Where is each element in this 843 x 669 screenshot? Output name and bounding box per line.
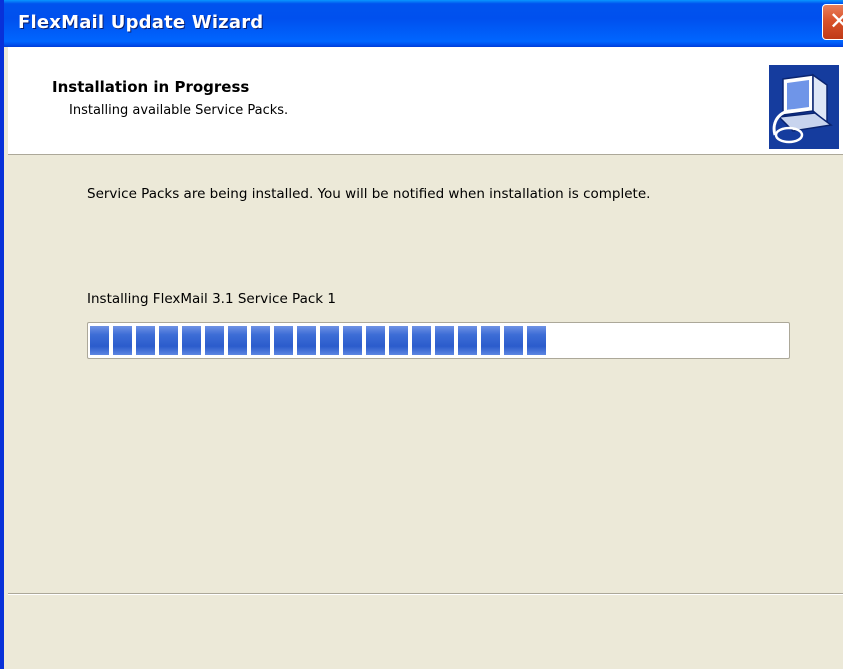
progress-block (389, 326, 408, 355)
close-icon: ✕ (829, 7, 843, 35)
progress-block (274, 326, 293, 355)
progress-block (320, 326, 339, 355)
header-subtitle: Installing available Service Packs. (69, 103, 289, 118)
progress-block (182, 326, 201, 355)
progress-block (251, 326, 270, 355)
progress-block (205, 326, 224, 355)
button-area-separator (8, 593, 843, 595)
progress-block (527, 326, 546, 355)
progress-block (136, 326, 155, 355)
progress-block (297, 326, 316, 355)
wizard-window: FlexMail Update Wizard ✕ Installation in… (0, 0, 843, 669)
progress-block (504, 326, 523, 355)
progress-block (366, 326, 385, 355)
close-button[interactable]: ✕ (822, 4, 843, 40)
computer-install-icon (769, 65, 839, 149)
header-title: Installation in Progress (52, 78, 250, 96)
progress-block (412, 326, 431, 355)
progress-bar (87, 322, 790, 359)
progress-fill (90, 326, 564, 355)
progress-block (458, 326, 477, 355)
progress-block (435, 326, 454, 355)
progress-block (90, 326, 109, 355)
progress-label: Installing FlexMail 3.1 Service Pack 1 (87, 291, 336, 307)
page: FlexMail Update Wizard ✕ Installation in… (0, 0, 843, 669)
window-title: FlexMail Update Wizard (18, 12, 264, 33)
progress-block (159, 326, 178, 355)
wizard-header: Installation in Progress Installing avai… (8, 47, 843, 155)
progress-block (113, 326, 132, 355)
progress-block (228, 326, 247, 355)
progress-block (343, 326, 362, 355)
computer-install-icon-graphic (769, 65, 839, 149)
status-message: Service Packs are being installed. You w… (87, 186, 651, 202)
title-bar[interactable]: FlexMail Update Wizard ✕ (4, 0, 843, 47)
progress-block (481, 326, 500, 355)
